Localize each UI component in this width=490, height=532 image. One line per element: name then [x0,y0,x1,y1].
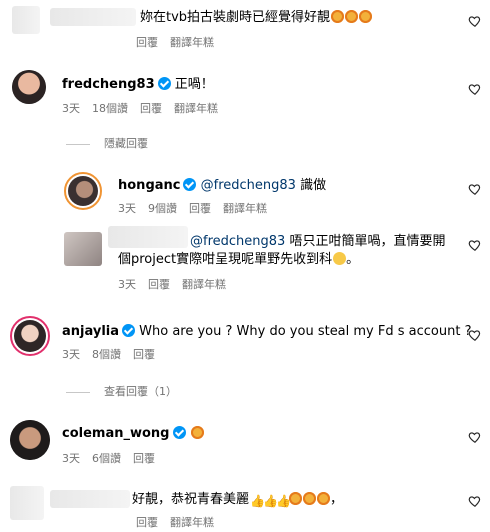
avatar[interactable] [10,420,50,460]
username-redacted [50,8,136,26]
thumbs-up-emoji: 👍 [250,494,265,508]
star-struck-emoji [317,492,331,505]
heart-outline-icon[interactable] [468,494,482,508]
avatar[interactable] [10,316,50,356]
heart-outline-icon[interactable] [468,328,482,342]
avatar[interactable] [12,6,40,34]
comment-meta: 3天 回覆 翻譯年糕 [118,278,238,292]
translate-link[interactable]: 翻譯年糕 [170,36,214,49]
reply-link[interactable]: 回覆 [133,348,155,361]
comment-meta: 3天 8個讚 回覆 [62,348,167,362]
heart-outline-icon[interactable] [468,430,482,444]
heart-outline-icon[interactable] [468,182,482,196]
comment-text: 正喎！ [174,77,214,92]
translate-link[interactable]: 翻譯年糕 [170,516,214,529]
mention-link[interactable]: @fredcheng83 [190,234,285,249]
comment-text: 好靚，恭祝青春美麗👍👍👍， [132,492,344,508]
verified-badge-icon [122,324,136,337]
comment-text-continued: 個project實際咁呈現呢單野先收到科。 [118,252,360,267]
username[interactable]: coleman_wong [62,426,170,441]
star-struck-emoji [345,10,359,23]
comment-line: coleman_wong [62,426,204,442]
username-redacted [108,226,188,248]
star-struck-emoji [190,426,204,439]
username-redacted [50,490,130,508]
reply-link[interactable]: 回覆 [140,102,162,115]
translate-link[interactable]: 翻譯年糕 [223,202,267,215]
like-count[interactable]: 9個讚 [148,202,177,215]
timestamp: 3天 [62,348,80,361]
reply-link[interactable]: 回覆 [136,516,158,529]
comment-meta: 3天 6個讚 回覆 [62,452,167,466]
translate-link[interactable]: 翻譯年糕 [182,278,226,291]
comment-text: 妳在tvb拍古裝劇時已經覺得好靚 [140,10,373,26]
hide-replies-button[interactable]: 隱藏回覆 [104,137,148,151]
reply-link[interactable]: 回覆 [136,36,158,49]
like-count[interactable]: 18個讚 [92,102,128,115]
avatar[interactable] [64,172,102,210]
heart-outline-icon[interactable] [468,82,482,96]
verified-badge-icon [172,426,186,439]
username[interactable]: fredcheng83 [62,77,155,92]
star-struck-emoji [359,10,373,23]
mention-link[interactable]: @fredcheng83 [201,178,296,193]
star-struck-emoji [289,492,303,505]
comment-line: anjaylia Who are you ? Why do you steal … [62,324,471,340]
thumbs-up-emoji: 👍 [276,494,291,508]
avatar[interactable] [10,486,44,520]
timestamp: 3天 [62,452,80,465]
comment-text: Who are you ? Why do you steal my Fd s a… [139,324,472,339]
reply-line: @fredcheng83 唔只正咁簡單喎，直情要開 [190,234,445,250]
avatar[interactable] [12,70,46,104]
comment-meta: 3天 9個讚 回覆 翻譯年糕 [118,202,279,216]
comment-meta: 回覆 翻譯年糕 [136,516,226,530]
username[interactable]: honganc [118,178,180,193]
divider [66,392,90,393]
star-struck-emoji [331,10,345,23]
view-replies-button[interactable]: 查看回覆（1） [104,385,177,399]
reply-link[interactable]: 回覆 [133,452,155,465]
comment-meta: 3天 18個讚 回覆 翻譯年糕 [62,102,230,116]
timestamp: 3天 [62,102,80,115]
like-count[interactable]: 8個讚 [92,348,121,361]
reply-line: honganc @fredcheng83 識做 [118,178,326,194]
heart-outline-icon[interactable] [468,238,482,252]
comment-text: 唔只正咁簡單喎，直情要開 [289,234,446,249]
star-struck-emoji [303,492,317,505]
translate-link[interactable]: 翻譯年糕 [174,102,218,115]
timestamp: 3天 [118,202,136,215]
verified-badge-icon [183,178,197,191]
avatar[interactable] [64,232,102,266]
username[interactable]: anjaylia [62,324,119,339]
comment-line: fredcheng83 正喎！ [62,77,214,93]
reply-link[interactable]: 回覆 [148,278,170,291]
verified-badge-icon [157,77,171,90]
laughing-emoji [333,252,347,265]
thumbs-up-emoji: 👍 [263,494,278,508]
comment-text: 識做 [300,178,327,193]
like-count[interactable]: 6個讚 [92,452,121,465]
divider [66,144,90,145]
heart-outline-icon[interactable] [468,14,482,28]
reply-link[interactable]: 回覆 [189,202,211,215]
comment-meta: 回覆 翻譯年糕 [136,36,226,50]
timestamp: 3天 [118,278,136,291]
